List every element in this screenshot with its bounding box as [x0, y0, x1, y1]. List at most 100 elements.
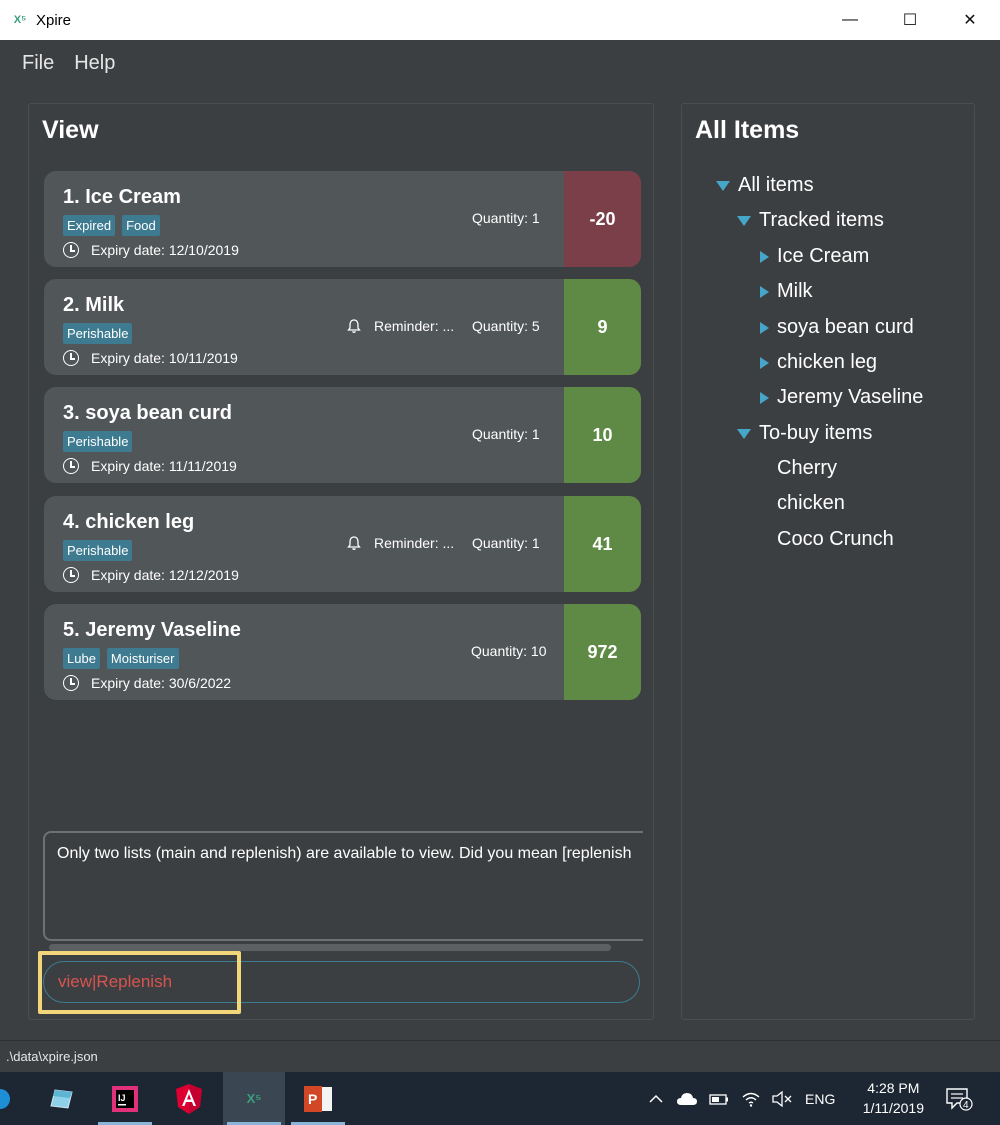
clock-date: 1/11/2019 [862, 1100, 924, 1116]
item-tag: Perishable [63, 431, 133, 452]
tree-item[interactable]: chicken [777, 492, 845, 515]
maximize-button[interactable]: ☐ [880, 0, 940, 40]
expand-arrow-icon[interactable] [716, 180, 730, 191]
tree-node-label: Tracked items [759, 209, 884, 231]
svg-text:P: P [308, 1091, 317, 1107]
close-button[interactable]: ✕ [940, 0, 1000, 40]
tree-item-label: Coco Crunch [777, 528, 894, 550]
item-card[interactable]: 2. Milk Perishable Expiry date: 10/11/20… [44, 279, 641, 375]
powerpoint-icon[interactable]: P [287, 1072, 349, 1125]
clock-icon [63, 675, 79, 691]
input-language[interactable]: ENG [805, 1072, 835, 1125]
tree-item[interactable]: chicken leg [760, 351, 877, 374]
ie-icon[interactable] [30, 1072, 92, 1125]
item-tag: Lube [63, 648, 100, 669]
result-horizontal-scrollbar[interactable] [49, 944, 611, 951]
days-left-badge: 9 [564, 279, 641, 375]
xpire-taskbar-icon[interactable]: X⁵ [223, 1072, 285, 1125]
tree-item-label: Ice Cream [777, 245, 870, 267]
item-card[interactable]: 3. soya bean curd Perishable Expiry date… [44, 387, 641, 483]
item-quantity: Quantity: 5 [472, 318, 540, 334]
status-bar: .\data\xpire.json [0, 1040, 1000, 1072]
all-items-title: All Items [695, 116, 800, 144]
item-name: 3. soya bean curd [63, 402, 232, 424]
item-tag: Moisturiser [106, 648, 179, 669]
tree-item-label: Milk [777, 280, 813, 302]
xpire-app-icon: X⁵ [13, 14, 27, 26]
item-tag: Expired [63, 215, 116, 236]
storage-path: .\data\xpire.json [6, 1049, 98, 1064]
volume-muted-icon[interactable] [771, 1072, 793, 1125]
menu-file[interactable]: File [22, 52, 54, 75]
item-expiry: Expiry date: 12/10/2019 [91, 242, 239, 258]
intellij-icon[interactable]: IJ [94, 1072, 156, 1125]
tree-item-label: chicken leg [777, 351, 878, 373]
item-card[interactable]: 5. Jeremy Vaseline Lube Moisturiser Expi… [44, 604, 641, 700]
tree-item-label: chicken [777, 492, 845, 514]
collapse-arrow-icon[interactable] [760, 356, 769, 369]
item-name: 1. Ice Cream [63, 186, 181, 208]
item-expiry: Expiry date: 10/11/2019 [91, 350, 238, 366]
clock-time: 4:28 PM [867, 1080, 920, 1096]
svg-text:IJ: IJ [118, 1093, 126, 1103]
item-tag: Perishable [63, 323, 133, 344]
tree-node-label: To-buy items [759, 422, 873, 444]
item-name: 2. Milk [63, 294, 125, 316]
collapse-arrow-icon[interactable] [760, 391, 769, 404]
collapse-arrow-icon[interactable] [760, 321, 769, 334]
tree-item[interactable]: Jeremy Vaseline [760, 386, 923, 409]
collapse-arrow-icon[interactable] [760, 285, 769, 298]
command-input[interactable] [58, 971, 618, 993]
window-title: Xpire [36, 11, 72, 29]
notification-center-icon[interactable]: 4 [945, 1072, 973, 1125]
days-left-badge: -20 [564, 171, 641, 267]
tree-item[interactable]: Milk [760, 280, 813, 303]
show-hidden-icons-chevron-icon[interactable] [648, 1072, 664, 1125]
tree-item[interactable]: Coco Crunch [777, 528, 894, 551]
item-quantity: Quantity: 10 [471, 643, 547, 659]
taskbar-clock[interactable]: 4:28 PM 1/11/2019 [863, 1078, 924, 1118]
expand-arrow-icon[interactable] [737, 428, 751, 439]
item-quantity: Quantity: 1 [472, 535, 540, 551]
menu-bar: File Help [0, 40, 1000, 86]
tree-node-tracked-items[interactable]: Tracked items [737, 209, 884, 232]
collapse-arrow-icon[interactable] [760, 250, 769, 263]
item-quantity: Quantity: 1 [472, 210, 540, 226]
view-panel-title: View [42, 116, 99, 144]
tree-node-to-buy-items[interactable]: To-buy items [737, 422, 872, 445]
menu-help[interactable]: Help [74, 52, 115, 75]
tree-item[interactable]: Ice Cream [760, 245, 869, 268]
item-quantity: Quantity: 1 [472, 426, 540, 442]
tree-item-label: Cherry [777, 457, 838, 479]
wifi-icon[interactable] [741, 1072, 761, 1125]
battery-icon[interactable] [707, 1072, 729, 1125]
item-expiry: Expiry date: 11/11/2019 [91, 458, 237, 474]
minimize-button[interactable]: — [820, 0, 880, 40]
item-expiry: Expiry date: 12/12/2019 [91, 567, 239, 583]
bell-icon [347, 536, 361, 550]
expand-arrow-icon[interactable] [737, 215, 751, 226]
item-name: 5. Jeremy Vaseline [63, 619, 241, 641]
item-card[interactable]: 1. Ice Cream Expired Food Expiry date: 1… [44, 171, 641, 267]
all-items-panel: All Items All items Tracked items Ice Cr… [681, 103, 975, 1020]
tree-item[interactable]: soya bean curd [760, 316, 914, 339]
item-card[interactable]: 4. chicken leg Perishable Expiry date: 1… [44, 496, 641, 592]
windows-taskbar: IJ X⁵ P ENG 4:28 PM 1/11/2019 4 [0, 1072, 1000, 1125]
start-partial-icon[interactable] [0, 1072, 20, 1125]
item-reminder: Reminder: ... [374, 318, 455, 334]
notification-count: 4 [963, 1100, 969, 1111]
result-display[interactable]: Only two lists (main and replenish) are … [43, 831, 643, 941]
angular-icon[interactable] [158, 1072, 220, 1125]
item-tag: Perishable [63, 540, 133, 561]
tree-node-label: All items [738, 174, 814, 196]
item-reminder: Reminder: ... [374, 535, 455, 551]
command-box[interactable] [43, 961, 640, 1003]
item-name: 4. chicken leg [63, 511, 195, 533]
tree-item[interactable]: Cherry [777, 457, 837, 480]
tree-item-label: Jeremy Vaseline [777, 386, 924, 408]
onedrive-cloud-icon[interactable] [676, 1072, 698, 1125]
tree-item-label: soya bean curd [777, 316, 914, 338]
result-text: Only two lists (main and replenish) are … [57, 845, 632, 862]
tree-node-all-items[interactable]: All items [716, 174, 814, 197]
clock-icon [63, 567, 79, 583]
